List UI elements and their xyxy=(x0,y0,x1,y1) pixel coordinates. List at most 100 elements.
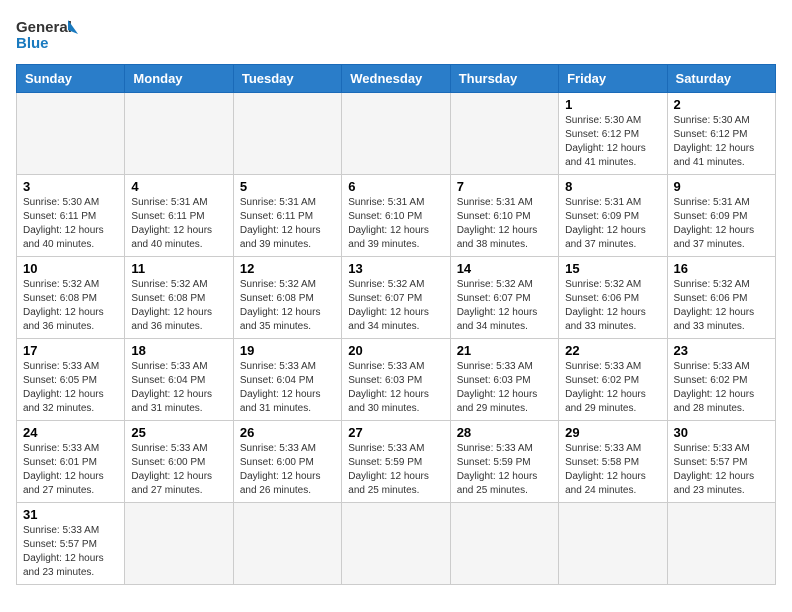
calendar-cell: 8 Sunrise: 5:31 AM Sunset: 6:09 PM Daylig… xyxy=(559,175,667,257)
calendar-cell xyxy=(17,93,125,175)
calendar-cell xyxy=(559,503,667,585)
day-info: Sunrise: 5:33 AM Sunset: 6:00 PM Dayligh… xyxy=(131,442,226,498)
day-info: Sunrise: 5:33 AM Sunset: 5:58 PM Dayligh… xyxy=(565,442,660,498)
day-info: Sunrise: 5:33 AM Sunset: 5:57 PM Dayligh… xyxy=(674,442,769,498)
day-number: 22 xyxy=(565,343,660,358)
day-info: Sunrise: 5:32 AM Sunset: 6:08 PM Dayligh… xyxy=(23,278,118,334)
calendar-cell xyxy=(342,503,450,585)
day-number: 20 xyxy=(348,343,443,358)
day-number: 5 xyxy=(240,179,335,194)
svg-text:General: General xyxy=(16,19,72,36)
svg-text:Blue: Blue xyxy=(16,35,49,52)
calendar-cell: 16Sunrise: 5:32 AM Sunset: 6:06 PM Dayli… xyxy=(667,257,775,339)
day-number: 19 xyxy=(240,343,335,358)
calendar-cell xyxy=(342,93,450,175)
day-number: 3 xyxy=(23,179,118,194)
day-number: 12 xyxy=(240,261,335,276)
day-number: 23 xyxy=(674,343,769,358)
calendar-week-row: 1 Sunrise: 5:30 AM Sunset: 6:12 PM Daylig… xyxy=(17,93,776,175)
day-number: 26 xyxy=(240,425,335,440)
weekday-header-sunday: Sunday xyxy=(17,65,125,93)
day-info: Sunrise: 5:31 AM Sunset: 6:10 PM Dayligh… xyxy=(457,196,552,252)
day-info: Sunrise: 5:33 AM Sunset: 5:59 PM Dayligh… xyxy=(457,442,552,498)
calendar-cell: 30 Sunrise: 5:33 AM Sunset: 5:57 PM Dayli… xyxy=(667,421,775,503)
calendar-week-row: 17 Sunrise: 5:33 AM Sunset: 6:05 PM Dayli… xyxy=(17,339,776,421)
day-number: 8 xyxy=(565,179,660,194)
logo: GeneralBlue xyxy=(16,16,86,52)
day-info: Sunrise: 5:33 AM Sunset: 6:05 PM Dayligh… xyxy=(23,360,118,416)
calendar-cell: 27 Sunrise: 5:33 AM Sunset: 5:59 PM Dayli… xyxy=(342,421,450,503)
calendar-cell: 22Sunrise: 5:33 AM Sunset: 6:02 PM Dayli… xyxy=(559,339,667,421)
weekday-header-saturday: Saturday xyxy=(667,65,775,93)
day-number: 30 xyxy=(674,425,769,440)
day-number: 27 xyxy=(348,425,443,440)
calendar-cell: 7Sunrise: 5:31 AM Sunset: 6:10 PM Daylig… xyxy=(450,175,558,257)
day-info: Sunrise: 5:30 AM Sunset: 6:12 PM Dayligh… xyxy=(674,114,769,170)
calendar-cell: 15Sunrise: 5:32 AM Sunset: 6:06 PM Dayli… xyxy=(559,257,667,339)
calendar-cell: 28 Sunrise: 5:33 AM Sunset: 5:59 PM Dayli… xyxy=(450,421,558,503)
day-info: Sunrise: 5:32 AM Sunset: 6:07 PM Dayligh… xyxy=(348,278,443,334)
calendar-cell xyxy=(233,503,341,585)
calendar-cell: 29Sunrise: 5:33 AM Sunset: 5:58 PM Dayli… xyxy=(559,421,667,503)
day-number: 15 xyxy=(565,261,660,276)
calendar-cell: 31Sunrise: 5:33 AM Sunset: 5:57 PM Dayli… xyxy=(17,503,125,585)
day-number: 21 xyxy=(457,343,552,358)
calendar-cell xyxy=(125,503,233,585)
day-info: Sunrise: 5:30 AM Sunset: 6:12 PM Dayligh… xyxy=(565,114,660,170)
day-info: Sunrise: 5:31 AM Sunset: 6:11 PM Dayligh… xyxy=(131,196,226,252)
calendar-cell: 19 Sunrise: 5:33 AM Sunset: 6:04 PM Dayli… xyxy=(233,339,341,421)
calendar-cell: 18Sunrise: 5:33 AM Sunset: 6:04 PM Dayli… xyxy=(125,339,233,421)
calendar-cell xyxy=(667,503,775,585)
day-number: 2 xyxy=(674,97,769,112)
calendar-week-row: 24Sunrise: 5:33 AM Sunset: 6:01 PM Dayli… xyxy=(17,421,776,503)
calendar-cell: 26Sunrise: 5:33 AM Sunset: 6:00 PM Dayli… xyxy=(233,421,341,503)
calendar-cell: 14Sunrise: 5:32 AM Sunset: 6:07 PM Dayli… xyxy=(450,257,558,339)
day-info: Sunrise: 5:33 AM Sunset: 6:03 PM Dayligh… xyxy=(457,360,552,416)
calendar-cell: 6Sunrise: 5:31 AM Sunset: 6:10 PM Daylig… xyxy=(342,175,450,257)
weekday-header-monday: Monday xyxy=(125,65,233,93)
calendar-cell: 11 Sunrise: 5:32 AM Sunset: 6:08 PM Dayli… xyxy=(125,257,233,339)
calendar-cell: 9 Sunrise: 5:31 AM Sunset: 6:09 PM Daylig… xyxy=(667,175,775,257)
weekday-header-friday: Friday xyxy=(559,65,667,93)
calendar-week-row: 31Sunrise: 5:33 AM Sunset: 5:57 PM Dayli… xyxy=(17,503,776,585)
weekday-header-wednesday: Wednesday xyxy=(342,65,450,93)
calendar-header-row: SundayMondayTuesdayWednesdayThursdayFrid… xyxy=(17,65,776,93)
day-number: 4 xyxy=(131,179,226,194)
day-number: 31 xyxy=(23,507,118,522)
day-number: 10 xyxy=(23,261,118,276)
calendar-cell: 5 Sunrise: 5:31 AM Sunset: 6:11 PM Daylig… xyxy=(233,175,341,257)
day-number: 17 xyxy=(23,343,118,358)
calendar-cell: 1 Sunrise: 5:30 AM Sunset: 6:12 PM Daylig… xyxy=(559,93,667,175)
day-info: Sunrise: 5:33 AM Sunset: 6:02 PM Dayligh… xyxy=(674,360,769,416)
calendar-cell: 24Sunrise: 5:33 AM Sunset: 6:01 PM Dayli… xyxy=(17,421,125,503)
day-info: Sunrise: 5:32 AM Sunset: 6:08 PM Dayligh… xyxy=(240,278,335,334)
calendar-cell xyxy=(233,93,341,175)
day-info: Sunrise: 5:33 AM Sunset: 5:59 PM Dayligh… xyxy=(348,442,443,498)
day-number: 11 xyxy=(131,261,226,276)
day-info: Sunrise: 5:33 AM Sunset: 6:01 PM Dayligh… xyxy=(23,442,118,498)
day-info: Sunrise: 5:33 AM Sunset: 6:03 PM Dayligh… xyxy=(348,360,443,416)
day-number: 28 xyxy=(457,425,552,440)
calendar-cell: 13Sunrise: 5:32 AM Sunset: 6:07 PM Dayli… xyxy=(342,257,450,339)
calendar-week-row: 3 Sunrise: 5:30 AM Sunset: 6:11 PM Daylig… xyxy=(17,175,776,257)
calendar-cell: 23 Sunrise: 5:33 AM Sunset: 6:02 PM Dayli… xyxy=(667,339,775,421)
calendar-cell: 20 Sunrise: 5:33 AM Sunset: 6:03 PM Dayli… xyxy=(342,339,450,421)
calendar-cell: 2 Sunrise: 5:30 AM Sunset: 6:12 PM Daylig… xyxy=(667,93,775,175)
day-number: 9 xyxy=(674,179,769,194)
calendar-cell: 12 Sunrise: 5:32 AM Sunset: 6:08 PM Dayli… xyxy=(233,257,341,339)
day-info: Sunrise: 5:32 AM Sunset: 6:08 PM Dayligh… xyxy=(131,278,226,334)
calendar-cell: 10 Sunrise: 5:32 AM Sunset: 6:08 PM Dayli… xyxy=(17,257,125,339)
calendar-cell: 4 Sunrise: 5:31 AM Sunset: 6:11 PM Daylig… xyxy=(125,175,233,257)
calendar-cell xyxy=(450,93,558,175)
page-header: GeneralBlue xyxy=(16,16,776,52)
day-number: 6 xyxy=(348,179,443,194)
calendar-cell: 25Sunrise: 5:33 AM Sunset: 6:00 PM Dayli… xyxy=(125,421,233,503)
day-number: 1 xyxy=(565,97,660,112)
calendar-cell: 3 Sunrise: 5:30 AM Sunset: 6:11 PM Daylig… xyxy=(17,175,125,257)
day-number: 14 xyxy=(457,261,552,276)
day-info: Sunrise: 5:31 AM Sunset: 6:09 PM Dayligh… xyxy=(565,196,660,252)
day-info: Sunrise: 5:33 AM Sunset: 6:04 PM Dayligh… xyxy=(240,360,335,416)
day-info: Sunrise: 5:30 AM Sunset: 6:11 PM Dayligh… xyxy=(23,196,118,252)
day-info: Sunrise: 5:31 AM Sunset: 6:11 PM Dayligh… xyxy=(240,196,335,252)
day-info: Sunrise: 5:31 AM Sunset: 6:09 PM Dayligh… xyxy=(674,196,769,252)
